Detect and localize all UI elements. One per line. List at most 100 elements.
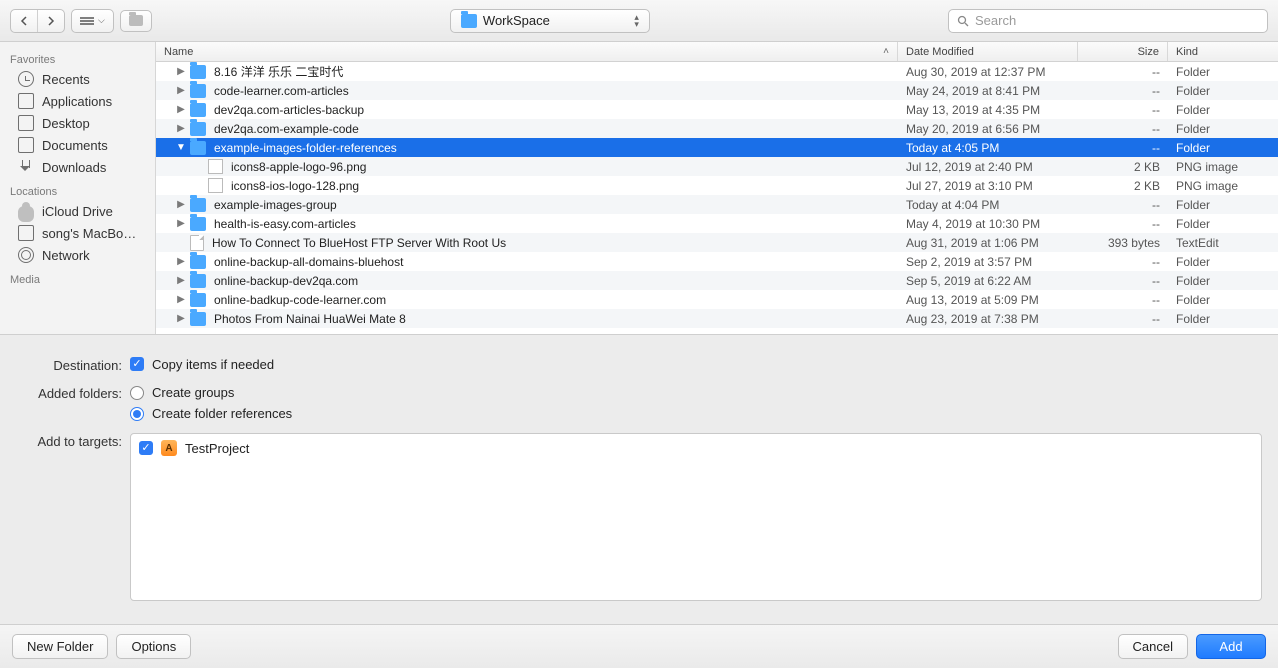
- disclosure-triangle-icon[interactable]: ▶: [176, 66, 186, 77]
- file-kind: Folder: [1168, 122, 1278, 136]
- bottom-bar: New Folder Options Cancel Add: [0, 624, 1278, 668]
- folder-icon: [190, 65, 206, 79]
- sort-caret-icon: ˄: [883, 46, 889, 57]
- file-date: Today at 4:05 PM: [898, 141, 1078, 155]
- sidebar-item[interactable]: Network: [0, 244, 155, 266]
- file-name: example-images-group: [214, 198, 337, 212]
- column-name[interactable]: Name ˄: [156, 42, 898, 61]
- copy-items-label: Copy items if needed: [152, 357, 274, 372]
- app-icon: [161, 440, 177, 456]
- search-input[interactable]: Search: [948, 9, 1268, 33]
- file-row[interactable]: ▶ online-backup-all-domains-bluehost Sep 2…: [156, 252, 1278, 271]
- file-kind: Folder: [1168, 198, 1278, 212]
- target-checkbox[interactable]: [139, 441, 153, 455]
- file-date: Sep 2, 2019 at 3:57 PM: [898, 255, 1078, 269]
- destination-label: Destination:: [16, 357, 122, 373]
- disclosure-triangle-icon[interactable]: ▶: [176, 294, 186, 305]
- file-size: --: [1078, 198, 1168, 212]
- sidebar-section-header: Media: [0, 266, 155, 288]
- sidebar-item[interactable]: Recents: [0, 68, 155, 90]
- group-button[interactable]: [120, 10, 152, 32]
- file-row[interactable]: ▶dev2qa.com-example-codeMay 20, 2019 at …: [156, 119, 1278, 138]
- file-name: example-images-folder-references: [214, 141, 397, 155]
- file-size: 393 bytes: [1078, 236, 1168, 250]
- file-kind: PNG image: [1168, 179, 1278, 193]
- disclosure-triangle-icon[interactable]: ▶: [176, 256, 186, 267]
- forward-button[interactable]: [37, 10, 64, 32]
- cancel-button[interactable]: Cancel: [1118, 634, 1188, 659]
- options-button[interactable]: Options: [116, 634, 191, 659]
- file-row[interactable]: How To Connect To BlueHost FTP Server Wi…: [156, 233, 1278, 252]
- folder-icon: [190, 217, 206, 231]
- file-row[interactable]: ▼ example-images-folder-references Today a…: [156, 138, 1278, 157]
- globe-icon: [18, 247, 34, 263]
- sidebar-item[interactable]: Applications: [0, 90, 155, 112]
- disclosure-triangle-icon[interactable]: ▶: [176, 123, 186, 134]
- file-name: How To Connect To BlueHost FTP Server Wi…: [212, 236, 506, 250]
- file-row[interactable]: icons8-apple-logo-96.pngJul 12, 2019 at …: [156, 157, 1278, 176]
- png-file-icon: [208, 178, 223, 193]
- create-folder-references-radio[interactable]: [130, 407, 144, 421]
- file-size: --: [1078, 65, 1168, 79]
- chevron-down-icon: ⌵: [98, 15, 105, 26]
- file-name: icons8-ios-logo-128.png: [231, 179, 359, 193]
- search-placeholder: Search: [975, 13, 1016, 28]
- folder-icon: [190, 293, 206, 307]
- sidebar-item[interactable]: song's MacBo…: [0, 222, 155, 244]
- sidebar-item[interactable]: Documents: [0, 134, 155, 156]
- sidebar-item[interactable]: Downloads: [0, 156, 155, 178]
- path-dropdown[interactable]: WorkSpace ▴▾: [450, 9, 650, 33]
- file-row[interactable]: ▶code-learner.com-articlesMay 24, 2019 a…: [156, 81, 1278, 100]
- sidebar-item-label: Network: [42, 248, 90, 263]
- target-row[interactable]: TestProject: [139, 440, 1253, 456]
- file-row[interactable]: ▶health-is-easy.com-articlesMay 4, 2019 …: [156, 214, 1278, 233]
- add-button[interactable]: Add: [1196, 634, 1266, 659]
- sidebar-item-label: Documents: [42, 138, 108, 153]
- sidebar-item-label: Desktop: [42, 116, 90, 131]
- sidebar-section-header: Favorites: [0, 46, 155, 68]
- file-row[interactable]: icons8-ios-logo-128.pngJul 27, 2019 at 3…: [156, 176, 1278, 195]
- disclosure-triangle-icon[interactable]: ▶: [176, 104, 186, 115]
- file-row[interactable]: ▶8.16 洋洋 乐乐 二宝时代Aug 30, 2019 at 12:37 PM…: [156, 62, 1278, 81]
- view-mode-button[interactable]: ⌵: [71, 9, 114, 33]
- column-kind[interactable]: Kind: [1168, 42, 1278, 61]
- column-date[interactable]: Date Modified: [898, 42, 1078, 61]
- file-kind: Folder: [1168, 293, 1278, 307]
- back-button[interactable]: [11, 10, 37, 32]
- sidebar-item[interactable]: Desktop: [0, 112, 155, 134]
- file-size: --: [1078, 312, 1168, 326]
- file-row[interactable]: ▶Photos From Nainai HuaWei Mate 8Aug 23,…: [156, 309, 1278, 328]
- file-date: May 24, 2019 at 8:41 PM: [898, 84, 1078, 98]
- file-kind: Folder: [1168, 103, 1278, 117]
- file-size: 2 KB: [1078, 160, 1168, 174]
- copy-items-checkbox[interactable]: [130, 357, 144, 371]
- file-row[interactable]: ▶online-badkup-code-learner.comAug 13, 2…: [156, 290, 1278, 309]
- disclosure-triangle-icon[interactable]: ▶: [176, 85, 186, 96]
- new-folder-button[interactable]: New Folder: [12, 634, 108, 659]
- column-size[interactable]: Size: [1078, 42, 1168, 61]
- sidebar-item[interactable]: iCloud Drive: [0, 200, 155, 222]
- file-size: --: [1078, 274, 1168, 288]
- file-row[interactable]: ▶dev2qa.com-articles-backupMay 13, 2019 …: [156, 100, 1278, 119]
- sidebar-item-label: iCloud Drive: [42, 204, 113, 219]
- nav-back-forward: [10, 9, 65, 33]
- disclosure-triangle-icon[interactable]: ▶: [176, 199, 186, 210]
- create-groups-radio[interactable]: [130, 386, 144, 400]
- toolbar: ⌵ WorkSpace ▴▾ Search: [0, 0, 1278, 42]
- file-kind: Folder: [1168, 217, 1278, 231]
- file-date: Aug 31, 2019 at 1:06 PM: [898, 236, 1078, 250]
- file-name: Photos From Nainai HuaWei Mate 8: [214, 312, 406, 326]
- sidebar: FavoritesRecentsApplications Desktop Docum…: [0, 42, 156, 334]
- sidebar-item-label: song's MacBo…: [42, 226, 136, 241]
- file-date: May 20, 2019 at 6:56 PM: [898, 122, 1078, 136]
- disclosure-triangle-icon[interactable]: ▶: [176, 275, 186, 286]
- file-name: online-backup-all-domains-bluehost: [214, 255, 403, 269]
- target-name: TestProject: [185, 441, 249, 456]
- targets-list[interactable]: TestProject: [130, 433, 1262, 601]
- disclosure-triangle-icon[interactable]: ▶: [176, 218, 186, 229]
- file-row[interactable]: ▶example-images-groupToday at 4:04 PM--F…: [156, 195, 1278, 214]
- file-row[interactable]: ▶online-backup-dev2qa.comSep 5, 2019 at …: [156, 271, 1278, 290]
- file-kind: Folder: [1168, 65, 1278, 79]
- disclosure-triangle-icon[interactable]: ▼: [176, 142, 186, 153]
- disclosure-triangle-icon[interactable]: ▶: [176, 313, 186, 324]
